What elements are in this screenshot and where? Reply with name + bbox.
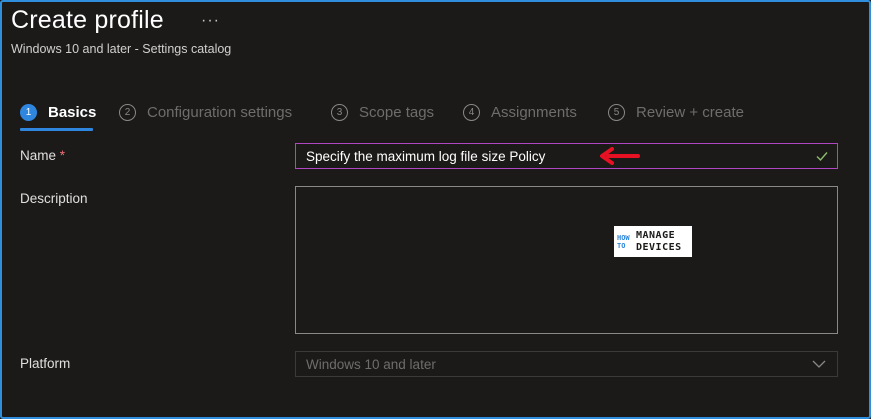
step-label-configuration-settings: Configuration settings [147, 103, 293, 121]
step-label-basics: Basics [48, 103, 97, 121]
logo-devices: DEVICES [636, 241, 682, 253]
page-title: Create profile [11, 6, 164, 34]
checkmark-icon [816, 152, 828, 162]
tab-review-create[interactable]: 5 Review + create [608, 101, 744, 123]
tab-assignments[interactable]: 4 Assignments [463, 101, 577, 123]
logo-how: HOW [617, 233, 630, 242]
more-options-button[interactable]: ··· [201, 12, 220, 30]
platform-dropdown-value: Windows 10 and later [306, 356, 436, 372]
red-arrow-icon [600, 147, 640, 165]
platform-label: Platform [20, 356, 71, 371]
step-number-basics: 1 [20, 103, 37, 121]
create-profile-panel: Create profile ··· Windows 10 and later … [0, 0, 871, 419]
required-asterisk: * [59, 148, 66, 163]
description-label: Description [20, 191, 88, 206]
logo-to: TO [617, 241, 626, 250]
step-number-review-create: 5 [608, 103, 625, 121]
name-field[interactable]: Specify the maximum log file size Policy [295, 143, 838, 169]
active-step-indicator [20, 128, 93, 131]
name-label-text: Name [20, 148, 57, 163]
page-subtitle: Windows 10 and later - Settings catalog [11, 42, 232, 56]
logo-manage: MANAGE [636, 229, 676, 241]
logo-small-text: HOW TO [617, 234, 634, 250]
step-label-assignments: Assignments [491, 103, 577, 121]
step-number-configuration-settings: 2 [119, 103, 136, 121]
name-label: Name * [20, 148, 65, 163]
step-label-review-create: Review + create [636, 103, 744, 121]
chevron-down-icon [812, 360, 826, 368]
tab-basics[interactable]: 1 Basics [20, 101, 97, 131]
step-label-scope-tags: Scope tags [359, 103, 435, 121]
tab-configuration-settings[interactable]: 2 Configuration settings [119, 101, 292, 123]
logo-large-text: MANAGE DEVICES [636, 230, 682, 254]
platform-dropdown[interactable]: Windows 10 and later [295, 351, 838, 377]
name-field-value: Specify the maximum log file size Policy [306, 148, 546, 164]
tab-scope-tags[interactable]: 3 Scope tags [331, 101, 434, 123]
step-number-scope-tags: 3 [331, 103, 348, 121]
how-to-manage-devices-logo: HOW TO MANAGE DEVICES [614, 226, 692, 257]
description-field[interactable] [295, 186, 838, 334]
step-number-assignments: 4 [463, 103, 480, 121]
